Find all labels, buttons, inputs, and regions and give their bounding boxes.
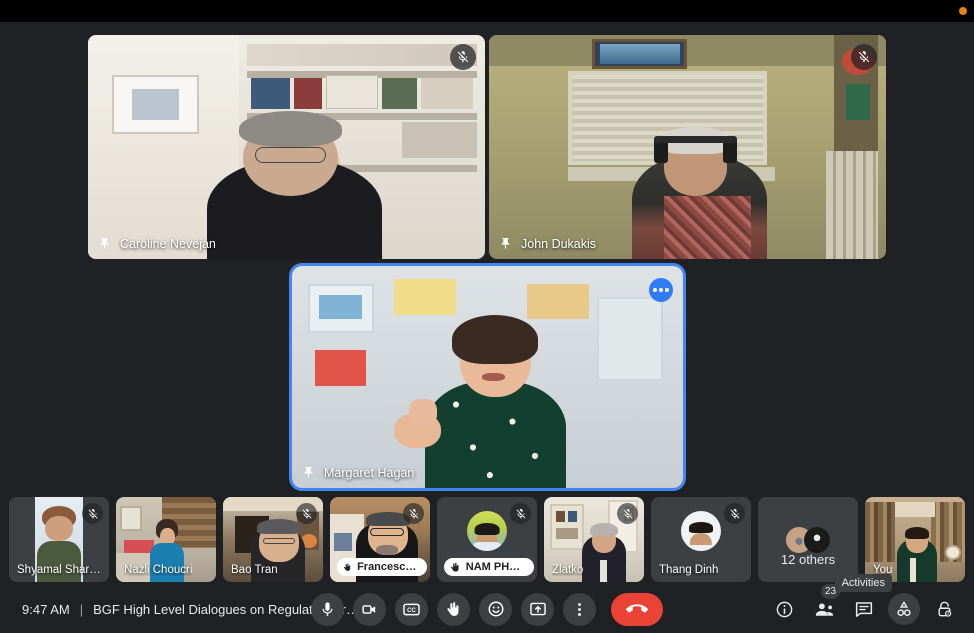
info-icon <box>776 601 792 617</box>
filmstrip-tile-shyamal-sharma[interactable]: Shyamal Sharma <box>9 497 109 582</box>
present-screen-button[interactable] <box>521 592 554 626</box>
avatar <box>804 527 830 553</box>
filmstrip-tile-bao-tran[interactable]: Bao Tran <box>223 497 323 582</box>
mic-muted-badge <box>450 44 476 70</box>
avatar <box>681 511 721 551</box>
chat-button[interactable] <box>848 593 880 625</box>
more-vertical-icon <box>578 602 581 616</box>
separator: | <box>79 601 84 617</box>
meeting-details-button[interactable] <box>768 593 800 625</box>
svg-text:CC: CC <box>407 608 416 614</box>
host-controls-button[interactable] <box>928 593 960 625</box>
mic-muted-badge <box>617 503 638 524</box>
participant-name-text: Caroline Nevejan <box>120 236 216 251</box>
participant-name-text: Margaret Hagan <box>324 465 415 480</box>
end-call-icon <box>626 604 648 613</box>
hand-icon <box>447 601 459 616</box>
right-controls: 23 Activities <box>768 574 960 633</box>
participant-name-text: Shyamal Sharma <box>17 564 103 576</box>
raised-hand-name-pill: Francesco L... <box>337 558 427 576</box>
filmstrip-tile-zlatko[interactable]: Zlatko <box>544 497 644 582</box>
chat-icon <box>855 602 873 617</box>
mic-muted-badge <box>82 503 103 524</box>
hand-icon <box>343 563 351 571</box>
captions-button[interactable]: CC <box>395 592 428 626</box>
filmstrip-tile-you[interactable]: You <box>865 497 965 582</box>
hand-icon <box>451 562 459 572</box>
people-button[interactable]: 23 <box>808 584 841 625</box>
activities-button[interactable]: Activities <box>834 574 920 625</box>
video-feed <box>489 35 886 259</box>
raise-hand-button[interactable] <box>437 592 470 626</box>
filmstrip-tile-thang-dinh[interactable]: Thang Dinh <box>651 497 751 582</box>
mic-muted-badge <box>510 503 531 524</box>
end-call-button[interactable] <box>611 592 663 626</box>
meeting-window: Caroline Nevejan John Dukakis Margaret H… <box>0 0 974 633</box>
call-controls: CC <box>311 585 663 633</box>
overflow-avatars <box>786 527 830 553</box>
participant-name-text: Bao Tran <box>231 564 278 576</box>
participant-name-text: John Dukakis <box>521 236 597 251</box>
recording-indicator-dot <box>959 7 967 15</box>
emoji-icon <box>488 601 503 617</box>
clock-time: 9:47 AM <box>22 601 70 617</box>
participant-name-text: You <box>873 564 893 576</box>
mic-muted-badge <box>296 503 317 524</box>
tile-more-options-button[interactable] <box>649 278 673 302</box>
participant-name-label: Margaret Hagan <box>302 465 414 480</box>
activities-icon <box>897 601 911 616</box>
microphone-icon <box>322 601 333 616</box>
participant-name-text: Nazli Choucri <box>124 564 193 576</box>
participant-name-text: Zlatko <box>552 564 584 576</box>
video-tile-caroline-nevejan[interactable]: Caroline Nevejan <box>88 35 485 259</box>
camera-icon <box>362 604 376 614</box>
video-tile-margaret-hagan[interactable]: Margaret Hagan <box>292 266 683 488</box>
participant-name-text: Francesco L... <box>357 561 418 573</box>
people-icon <box>815 602 833 616</box>
pin-icon <box>100 238 109 249</box>
tooltip: Activities <box>834 574 892 592</box>
filmstrip-tile-nam-pham[interactable]: NAM PHAM <box>437 497 537 582</box>
video-feed <box>88 35 485 259</box>
video-tile-john-dukakis[interactable]: John Dukakis <box>489 35 886 259</box>
pin-icon <box>304 467 313 478</box>
participant-name-text: NAM PHAM <box>465 561 525 573</box>
present-screen-icon <box>529 602 546 616</box>
camera-button[interactable] <box>353 592 386 626</box>
mic-muted-badge <box>403 503 424 524</box>
reactions-button[interactable] <box>479 592 512 626</box>
bottom-toolbar: 9:47 AM | BGF High Level Dialogues on Re… <box>0 574 974 633</box>
mic-muted-badge <box>851 44 877 70</box>
participant-name-text: Thang Dinh <box>659 564 719 576</box>
participant-name-label: John Dukakis <box>499 236 596 251</box>
overflow-count-label: 12 others <box>780 552 836 567</box>
participant-filmstrip[interactable]: Shyamal Sharma Nazli Choucri Bao Tran Fr… <box>0 494 974 585</box>
filmstrip-tile-francesco[interactable]: Francesco L... <box>330 497 430 582</box>
raised-hand-name-pill: NAM PHAM <box>444 558 534 576</box>
mic-muted-badge <box>724 503 745 524</box>
microphone-button[interactable] <box>311 592 344 626</box>
filmstrip-tile-nazli-choucri[interactable]: Nazli Choucri <box>116 497 216 582</box>
more-options-button[interactable] <box>563 592 596 626</box>
video-feed <box>292 266 683 488</box>
filmstrip-tile-overflow[interactable]: 12 others <box>758 497 858 582</box>
cc-icon: CC <box>403 603 420 615</box>
participant-name-label: Caroline Nevejan <box>98 236 216 251</box>
video-stage: Caroline Nevejan John Dukakis Margaret H… <box>0 22 974 493</box>
title-bar <box>0 0 974 22</box>
pin-icon <box>501 238 510 249</box>
avatar <box>467 511 507 551</box>
lock-icon <box>937 601 951 617</box>
